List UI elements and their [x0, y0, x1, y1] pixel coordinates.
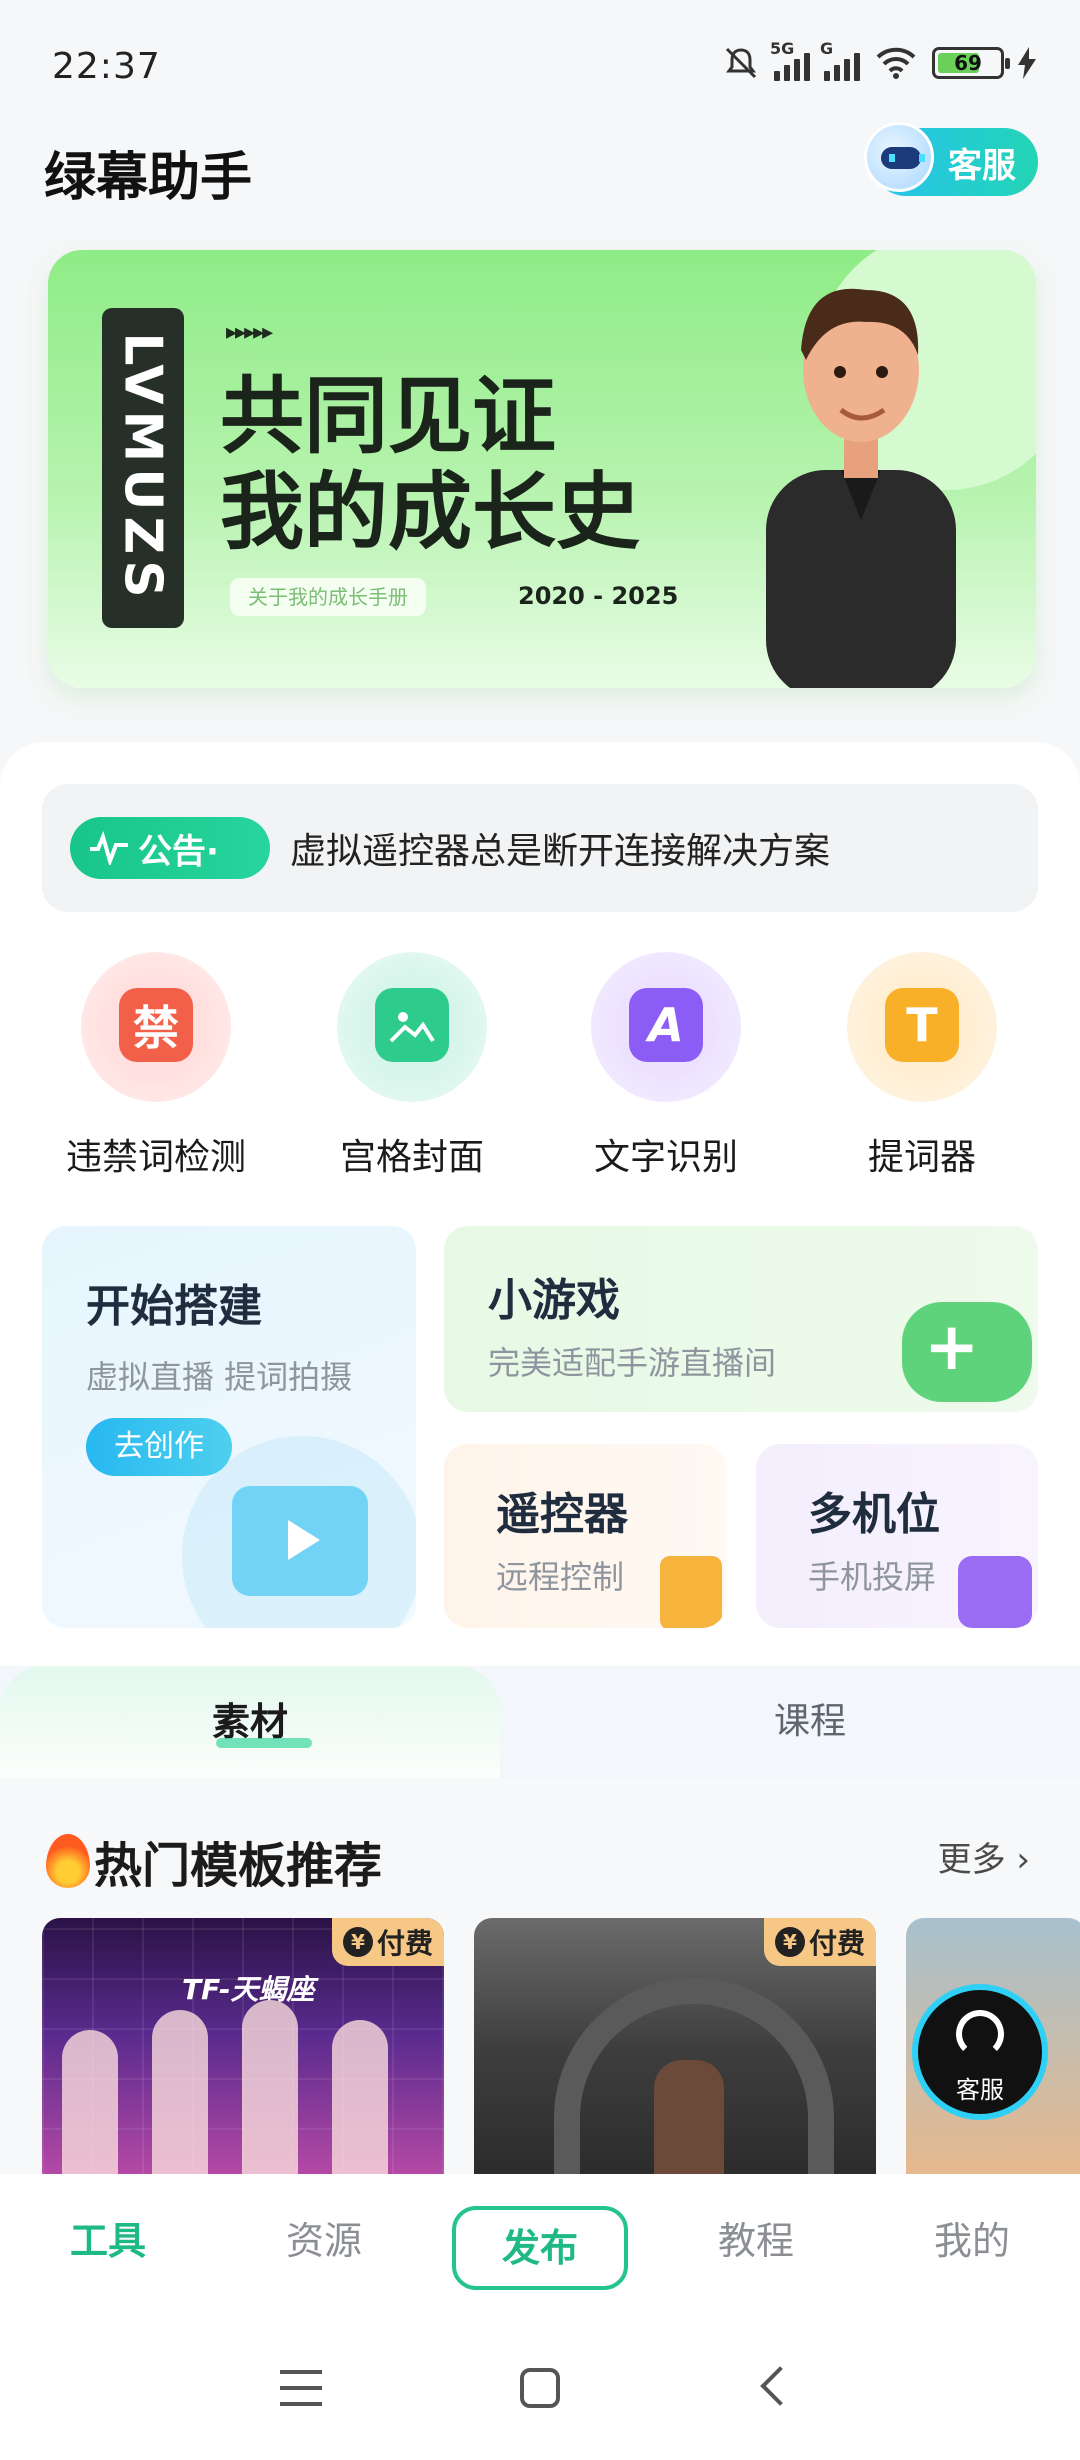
notice-text: 虚拟遥控器总是断开连接解决方案 [290, 831, 831, 872]
tools-row: 禁 违禁词检测 宫格封面 A 文字识别 T 提词器 [0, 952, 1080, 1182]
floating-service-button[interactable]: 客服 [912, 1984, 1048, 2120]
multi-camera-title: 多机位 [808, 1489, 940, 1540]
gamepad-icon [902, 1302, 1032, 1402]
robot-icon [864, 122, 934, 192]
tab-material[interactable]: 素材 [0, 1666, 500, 1778]
template-card[interactable]: ¥ 付费 [474, 1918, 876, 2180]
video-play-icon [232, 1486, 368, 1596]
battery-icon: 69 [932, 47, 1010, 79]
home-icon[interactable] [520, 2368, 560, 2408]
fire-icon [46, 1834, 90, 1888]
template-logo: TF-天蝎座 [182, 1973, 315, 2006]
wifi-icon [876, 47, 916, 79]
yen-icon: ¥ [774, 1927, 805, 1957]
banner-man-illustration [766, 288, 956, 688]
more-link[interactable]: 更多 › [938, 1832, 1030, 1881]
notice-bar[interactable]: 公告· 虚拟遥控器总是断开连接解决方案 [42, 784, 1038, 912]
customer-service-label: 客服 [948, 145, 1016, 186]
tool-label: 提词器 [867, 1137, 976, 1178]
banner-headline: 共同见证 我的成长史 [220, 367, 641, 561]
image-icon [375, 988, 449, 1062]
mini-game-subtitle: 完美适配手游直播间 [488, 1344, 777, 1382]
camera-icon [958, 1556, 1032, 1628]
status-bar: 22:37 5G G 69 [0, 0, 1080, 130]
nav-resource[interactable]: 资源 [216, 2210, 432, 2265]
banner-arrows: ▸▸▸▸▸ [226, 320, 273, 345]
paid-badge: ¥ 付费 [764, 1918, 876, 1966]
go-create-button[interactable]: 去创作 [86, 1418, 232, 1476]
app-title: 绿幕助手 [44, 148, 253, 208]
hot-templates-title: 热门模板推荐 [46, 1826, 382, 1896]
multi-camera-card[interactable]: 多机位 手机投屏 [756, 1444, 1038, 1628]
teleprompter-icon: T [885, 988, 959, 1062]
system-nav [0, 2314, 1080, 2460]
signal-5g-icon: 5G [770, 39, 810, 81]
nav-tutorial[interactable]: 教程 [648, 2210, 864, 2265]
headset-icon [956, 2010, 1004, 2058]
template-card[interactable]: TF-天蝎座 ¥ 付费 [42, 1918, 444, 2180]
status-icons: 5G G 69 [722, 39, 1036, 82]
pulse-icon [90, 831, 128, 865]
tool-label: 宫格封面 [339, 1137, 484, 1178]
start-build-card[interactable]: 开始搭建 虚拟直播 提词拍摄 去创作 [42, 1226, 416, 1628]
nav-mine[interactable]: 我的 [864, 2210, 1080, 2265]
tool-text-recognition[interactable]: A 文字识别 [556, 952, 776, 1180]
ban-word-icon: 禁 [119, 988, 193, 1062]
promo-banner[interactable]: LVMUZS ▸▸▸▸▸ 共同见证 我的成长史 关于我的成长手册 2020 - … [48, 250, 1036, 688]
mute-bell-icon [725, 47, 757, 79]
tab-course[interactable]: 课程 [580, 1666, 1040, 1778]
multi-camera-subtitle: 手机投屏 [808, 1558, 937, 1596]
text-recognition-icon: A [629, 988, 703, 1062]
content-tabs: 素材 课程 [0, 1666, 1080, 1778]
tab-underline [216, 1738, 312, 1748]
bottom-nav: 工具 资源 发布 教程 我的 [0, 2174, 1080, 2314]
remote-title: 遥控器 [496, 1489, 628, 1540]
banner-pill: 关于我的成长手册 [230, 578, 426, 616]
back-icon[interactable] [760, 2366, 800, 2406]
paid-badge: ¥ 付费 [332, 1918, 444, 1966]
yen-icon: ¥ [342, 1927, 373, 1957]
signal-g-icon: G [820, 39, 860, 81]
status-time: 22:37 [52, 46, 161, 87]
mini-game-title: 小游戏 [488, 1275, 620, 1326]
remote-icon [660, 1556, 722, 1628]
start-build-title: 开始搭建 [86, 1281, 262, 1332]
menu-icon[interactable] [280, 2370, 322, 2406]
nav-tool[interactable]: 工具 [0, 2210, 216, 2265]
customer-service-button[interactable]: 客服 [864, 122, 1038, 196]
hot-templates-section: 热门模板推荐 更多 › TF-天蝎座 ¥ 付费 ¥ 付费 [0, 1778, 1080, 2180]
banner-years: 2020 - 2025 [518, 582, 679, 610]
banner-vertical-tag: LVMUZS [102, 308, 184, 628]
mini-game-card[interactable]: 小游戏 完美适配手游直播间 [444, 1226, 1038, 1412]
tool-grid-cover[interactable]: 宫格封面 [302, 952, 522, 1180]
charging-icon [1018, 47, 1036, 79]
tool-teleprompter[interactable]: T 提词器 [812, 952, 1032, 1180]
notice-badge: 公告· [70, 817, 270, 879]
tool-label: 违禁词检测 [65, 1137, 246, 1178]
start-build-subtitle: 虚拟直播 提词拍摄 [86, 1358, 353, 1396]
remote-control-card[interactable]: 遥控器 远程控制 [444, 1444, 726, 1628]
tool-label: 文字识别 [593, 1137, 738, 1178]
nav-publish-button[interactable]: 发布 [452, 2206, 628, 2290]
remote-subtitle: 远程控制 [496, 1558, 625, 1596]
tool-ban-word-detection[interactable]: 禁 违禁词检测 [46, 952, 266, 1180]
